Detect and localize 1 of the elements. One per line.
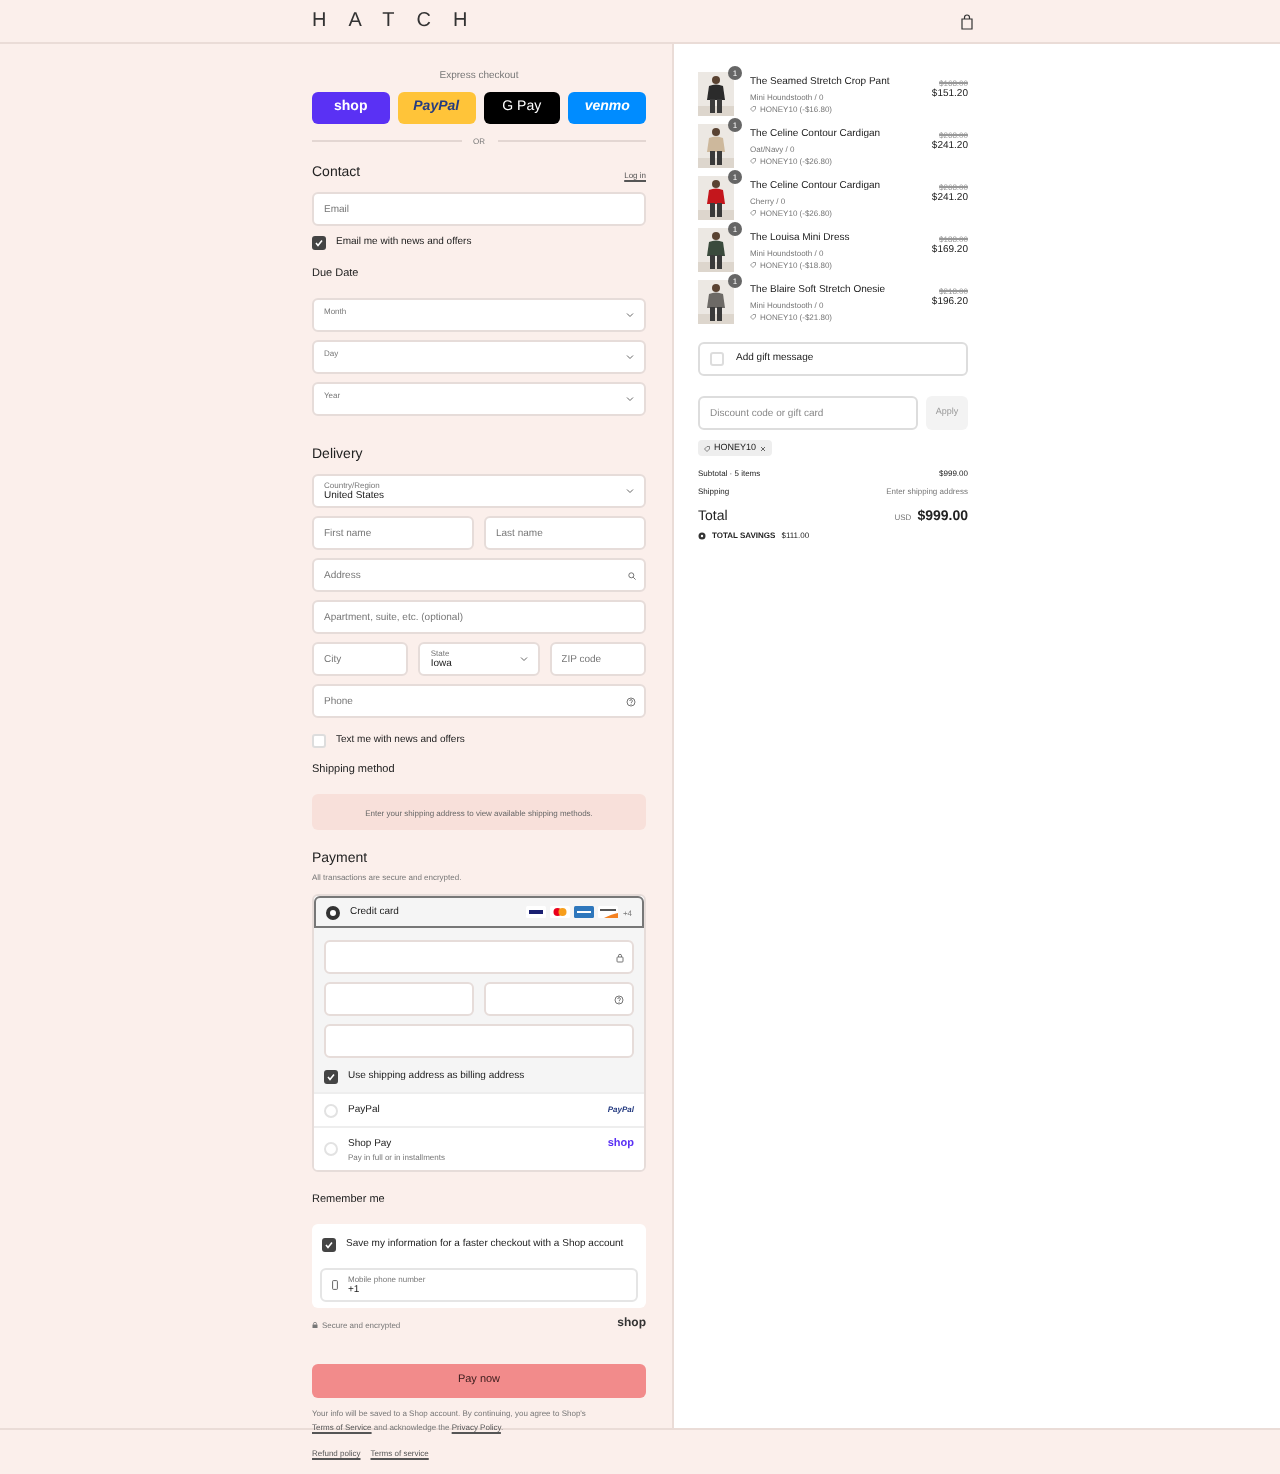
logo[interactable]: HATCH (312, 11, 490, 31)
